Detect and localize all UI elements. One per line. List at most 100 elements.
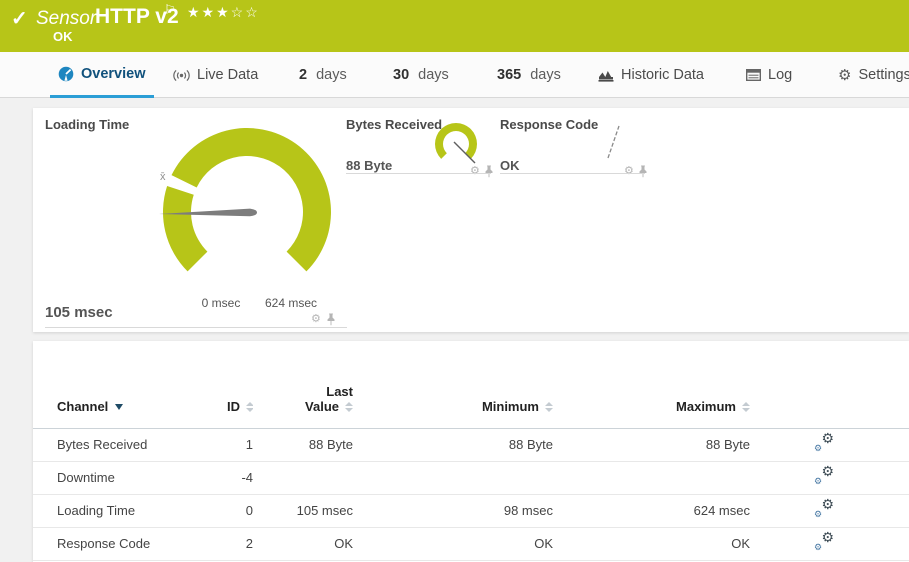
- channel-max: 88 Byte: [553, 428, 750, 461]
- table-row: Downtime -4 ⚙⚙: [33, 461, 909, 494]
- flag-icon[interactable]: ⚐: [164, 2, 176, 18]
- tab-label: Overview: [81, 66, 146, 82]
- column-label: Value: [305, 399, 339, 414]
- sensor-type-label: Sensor: [36, 8, 96, 30]
- channel-max: 624 msec: [553, 494, 750, 527]
- channel-gear-icon[interactable]: ⚙: [624, 166, 634, 177]
- loading-time-value: 105 msec: [45, 304, 113, 321]
- channel-min: OK: [353, 527, 553, 560]
- channel-name: Response Code: [33, 527, 227, 560]
- column-header-id[interactable]: ID: [227, 341, 253, 428]
- table-row: Response Code 2 OK OK OK ⚙⚙: [33, 527, 909, 560]
- histogram-icon: [598, 69, 614, 82]
- channel-id: 0: [227, 494, 253, 527]
- gear-icon: ⚙: [821, 497, 834, 511]
- column-label: Minimum: [482, 399, 539, 414]
- average-marker: x̄: [160, 171, 166, 183]
- tab-bar: Overview Live Data 2 days 30 days 365 da…: [0, 52, 909, 98]
- channel-min: 98 msec: [353, 494, 553, 527]
- gauges-panel: Loading Time x̄ 0 msec 624 msec 105 msec…: [33, 108, 909, 332]
- tab-log[interactable]: Log: [746, 52, 792, 98]
- channel-settings-button[interactable]: ⚙⚙: [814, 534, 834, 551]
- tile-divider: [45, 327, 347, 328]
- tab-label: days: [316, 67, 347, 83]
- tab-live-data[interactable]: Live Data: [173, 52, 258, 98]
- channel-last: OK: [253, 527, 353, 560]
- channel-settings-button[interactable]: ⚙⚙: [814, 435, 834, 452]
- channel-max: [553, 461, 750, 494]
- tab-number: 2: [299, 67, 307, 83]
- gauge-scale-max: 624 msec: [256, 296, 326, 310]
- channel-gear-icon[interactable]: ⚙: [470, 166, 480, 177]
- sensor-status-badge: OK: [53, 29, 73, 44]
- tab-2-days[interactable]: 2 days: [299, 52, 347, 98]
- tab-label: days: [418, 67, 449, 83]
- tab-number: 365: [497, 67, 521, 83]
- tab-settings[interactable]: ⚙ Settings: [838, 52, 909, 98]
- channel-name: Downtime: [33, 461, 227, 494]
- channel-id: -4: [227, 461, 253, 494]
- gauge-title-loading-time: Loading Time: [45, 117, 129, 132]
- sort-icon: [345, 402, 353, 412]
- tile-divider: [500, 173, 645, 174]
- sort-icon: [742, 402, 750, 412]
- tab-30-days[interactable]: 30 days: [393, 52, 449, 98]
- channel-gear-icon[interactable]: ⚙: [311, 314, 321, 325]
- gear-icon: ⚙: [821, 530, 834, 544]
- channel-max: OK: [553, 527, 750, 560]
- table-header-row: Channel ID Last Value Minimum Maximum: [33, 341, 909, 428]
- column-header-maximum[interactable]: Maximum: [553, 341, 750, 428]
- channel-last: 105 msec: [253, 494, 353, 527]
- tab-365-days[interactable]: 365 days: [497, 52, 561, 98]
- table-row: Bytes Received 1 88 Byte 88 Byte 88 Byte…: [33, 428, 909, 461]
- log-list-icon: [746, 69, 761, 81]
- bytes-received-value: 88 Byte: [346, 158, 392, 173]
- channel-min: 88 Byte: [353, 428, 553, 461]
- channel-min: [353, 461, 553, 494]
- pin-icon[interactable]: [326, 313, 336, 326]
- gauge-icon: [58, 66, 74, 82]
- tab-label: Log: [768, 67, 792, 83]
- sort-desc-icon: [115, 404, 123, 410]
- table-row: Loading Time 0 105 msec 98 msec 624 msec…: [33, 494, 909, 527]
- channel-last: [253, 461, 353, 494]
- priority-stars[interactable]: ★★★☆☆: [187, 4, 260, 21]
- response-code-gauge: [600, 122, 630, 162]
- sensor-header: ✓ Sensor HTTP v2 ⚐ ★★★☆☆ OK: [0, 0, 909, 52]
- gauge-needle: [608, 126, 619, 158]
- channels-table-panel: Channel ID Last Value Minimum Maximum: [33, 341, 909, 562]
- pin-icon[interactable]: [484, 165, 494, 178]
- tab-label: Settings: [858, 67, 909, 83]
- status-check-icon: ✓: [11, 6, 28, 31]
- channel-settings-button[interactable]: ⚙⚙: [814, 501, 834, 518]
- live-signal-icon: [173, 69, 190, 82]
- column-header-last-value[interactable]: Last Value: [253, 341, 353, 428]
- column-header-minimum[interactable]: Minimum: [353, 341, 553, 428]
- column-label: Channel: [57, 399, 108, 414]
- tab-label: Live Data: [197, 67, 258, 83]
- bytes-received-gauge: [420, 108, 492, 180]
- column-header-channel[interactable]: Channel: [33, 341, 227, 428]
- channel-settings-button[interactable]: ⚙⚙: [814, 468, 834, 485]
- pin-icon[interactable]: [638, 165, 648, 178]
- tab-label: days: [530, 67, 561, 83]
- channel-name: Bytes Received: [33, 428, 227, 461]
- column-label: Last: [326, 384, 353, 399]
- channel-id: 1: [227, 428, 253, 461]
- gear-icon: ⚙: [821, 464, 834, 478]
- column-label: ID: [227, 399, 240, 414]
- tab-number: 30: [393, 67, 409, 83]
- tab-label: Historic Data: [621, 67, 704, 83]
- channel-id: 2: [227, 527, 253, 560]
- response-code-value: OK: [500, 158, 520, 173]
- tile-divider: [346, 173, 491, 174]
- gauge-scale-min: 0 msec: [186, 296, 256, 310]
- gauge-title-response-code: Response Code: [500, 117, 598, 132]
- tab-overview[interactable]: Overview: [50, 52, 154, 98]
- prtg-sensor-page: ✓ Sensor HTTP v2 ⚐ ★★★☆☆ OK Overview Liv…: [0, 0, 909, 562]
- gear-icon: ⚙: [838, 66, 851, 84]
- column-header-settings: [750, 341, 909, 428]
- column-label: Maximum: [676, 399, 736, 414]
- sort-icon: [545, 402, 553, 412]
- tab-historic-data[interactable]: Historic Data: [598, 52, 704, 98]
